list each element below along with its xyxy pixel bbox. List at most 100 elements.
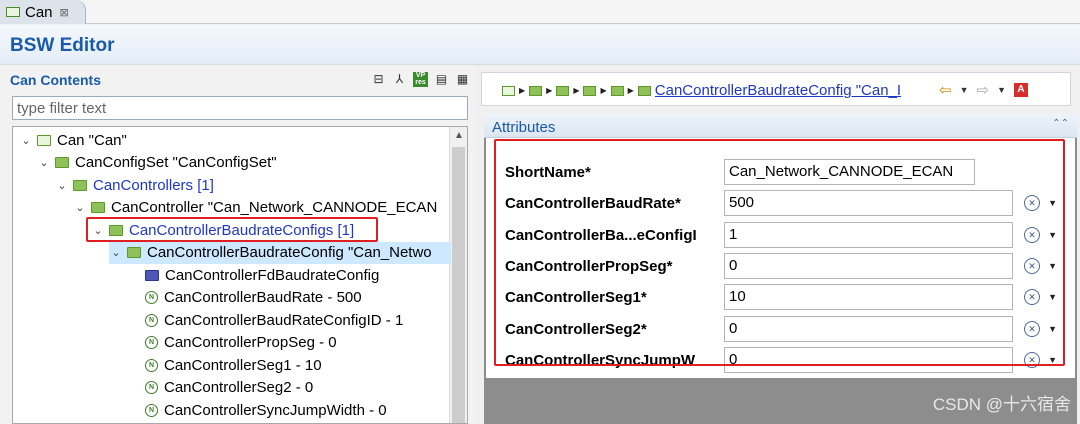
tree-item[interactable]: N CanControllerBaudRateConfigID - 1 bbox=[127, 309, 403, 331]
tree-item-label: CanControllerBaudRateConfigID - 1 bbox=[164, 311, 404, 329]
reset-value-icon[interactable]: ✕ bbox=[1024, 289, 1041, 306]
reset-value-icon[interactable]: ✕ bbox=[1024, 195, 1041, 212]
attribute-value-field[interactable]: 0 bbox=[724, 315, 1013, 342]
tree-item[interactable]: N CanControllerSeg2 - 0 bbox=[127, 377, 313, 399]
attributes-section: Attributes ⌃⌃ ShortName* Can_Network_CANN… bbox=[484, 114, 1077, 424]
editor-title: BSW Editor bbox=[10, 35, 115, 56]
hierarchy-icon[interactable]: ⅄ bbox=[392, 72, 407, 87]
attribute-label: ShortName* bbox=[505, 164, 591, 181]
module-icon[interactable] bbox=[502, 85, 515, 96]
contents-panel: Can Contents ⊟ ⅄ VP res ▤ ▦ type filter t… bbox=[0, 66, 475, 424]
attribute-label: CanControllerSeg1* bbox=[505, 289, 647, 307]
navigation-toolbar: ⇦ ▼ ⇨ ▼ A bbox=[939, 81, 1028, 99]
scroll-up-icon[interactable]: ▲ bbox=[454, 130, 464, 141]
tree-item[interactable]: N CanControllerSeg1 - 10 bbox=[127, 354, 322, 376]
folder-icon[interactable] bbox=[637, 85, 651, 96]
vp-res-icon[interactable]: VP res bbox=[413, 72, 428, 87]
attribute-row: CanControllerBaudRate* 500 ✕ ▼ bbox=[486, 187, 1075, 219]
back-arrow-icon[interactable]: ⇦ bbox=[939, 81, 952, 99]
chevron-down-icon[interactable]: ▼ bbox=[1048, 292, 1057, 302]
tree-item[interactable]: N CanControllerBaudRate - 500 bbox=[127, 287, 362, 309]
editor-tab-bar: Can ⊠ bbox=[0, 0, 1080, 24]
breadcrumb-path: ▶ ▶ ▶ ▶ ▶ CanControllerBaudrateConfig "Can_I bbox=[502, 82, 913, 99]
attribute-label: CanControllerBa...eConfigI bbox=[505, 226, 697, 244]
tree-item[interactable]: N CanControllerSyncJumpWidth - 0 bbox=[127, 399, 387, 421]
attribute-value-field[interactable]: 500 bbox=[724, 190, 1013, 217]
reset-value-icon[interactable]: ✕ bbox=[1024, 351, 1041, 368]
tree-item[interactable]: ⌄ CanConfigSet "CanConfigSet" bbox=[37, 152, 277, 174]
chevron-down-icon[interactable]: ▼ bbox=[1048, 324, 1057, 334]
back-dropdown-icon[interactable]: ▼ bbox=[960, 85, 969, 95]
collapse-icon[interactable]: ⌃⌃ bbox=[1052, 118, 1069, 129]
chevron-down-icon[interactable]: ⌄ bbox=[91, 224, 105, 237]
folder-icon bbox=[127, 247, 141, 258]
attribute-label: CanControllerSyncJumpW bbox=[505, 351, 696, 369]
tree-item-label: CanControllerBaudrateConfig "Can_Netwo bbox=[147, 244, 432, 261]
breadcrumb-separator-icon: ▶ bbox=[573, 86, 580, 95]
folder-icon bbox=[73, 179, 87, 191]
forward-dropdown-icon[interactable]: ▼ bbox=[997, 85, 1006, 95]
attribute-value-field[interactable]: 10 bbox=[724, 284, 1013, 311]
chevron-down-icon[interactable]: ⌄ bbox=[55, 179, 69, 192]
document-icon[interactable]: ▤ bbox=[434, 72, 449, 87]
tree-item-label: CanControllerSeg2 - 0 bbox=[164, 379, 314, 396]
forward-arrow-icon[interactable]: ⇨ bbox=[977, 81, 990, 99]
collapse-all-icon[interactable]: ⊟ bbox=[371, 72, 386, 87]
chevron-down-icon[interactable]: ▼ bbox=[1048, 198, 1057, 208]
chevron-down-icon[interactable]: ▼ bbox=[1048, 230, 1057, 240]
tree-item[interactable]: ⌄ CanControllerBaudrateConfigs [1] bbox=[91, 219, 354, 241]
close-icon[interactable]: ⊠ bbox=[60, 6, 69, 19]
module-icon bbox=[37, 134, 51, 146]
tree-item[interactable]: ⌄ Can "Can" bbox=[19, 129, 127, 151]
tree-scrollbar[interactable]: ▲ bbox=[449, 127, 467, 423]
attribute-value-field[interactable]: 0 bbox=[724, 346, 1013, 373]
tree-item[interactable]: ⌄ CanControllerBaudrateConfig "Can_Netwo bbox=[109, 241, 451, 264]
reset-value-icon[interactable]: ✕ bbox=[1024, 226, 1041, 243]
chevron-down-icon[interactable]: ▼ bbox=[1048, 261, 1057, 271]
tree-item[interactable]: CanControllerFdBaudrateConfig bbox=[127, 264, 379, 286]
breadcrumb-separator-icon: ▶ bbox=[519, 86, 526, 95]
attribute-row: CanControllerSyncJumpW 0 ✕ ▼ bbox=[486, 344, 1075, 376]
attribute-controls: ✕ ▼ bbox=[1024, 320, 1057, 337]
tab-label: Can bbox=[25, 3, 53, 21]
attribute-value-field[interactable]: Can_Network_CANNODE_ECAN bbox=[724, 159, 975, 185]
attribute-value-field[interactable]: 1 bbox=[724, 221, 1013, 248]
tab-can[interactable]: Can ⊠ bbox=[0, 0, 86, 24]
breadcrumb-separator-icon: ▶ bbox=[600, 86, 607, 95]
chevron-down-icon[interactable]: ⌄ bbox=[37, 156, 51, 169]
parameter-icon: N bbox=[145, 381, 158, 394]
folder-icon[interactable] bbox=[556, 85, 570, 96]
filter-input[interactable]: type filter text bbox=[12, 96, 468, 120]
error-marker-icon[interactable]: A bbox=[1014, 83, 1028, 97]
tree-item[interactable]: ⌄ CanController "Can_Network_CANNODE_ECAN bbox=[73, 197, 437, 219]
tree-item-label: CanConfigSet "CanConfigSet" bbox=[75, 154, 277, 171]
attribute-row: CanControllerSeg1* 10 ✕ ▼ bbox=[486, 281, 1075, 313]
attribute-controls: ✕ ▼ bbox=[1024, 289, 1057, 306]
chevron-down-icon[interactable]: ⌄ bbox=[109, 246, 123, 259]
breadcrumb-link[interactable]: CanControllerBaudrateConfig "Can_I bbox=[655, 82, 913, 99]
attribute-controls: ✕ ▼ bbox=[1024, 257, 1057, 274]
table-icon[interactable]: ▦ bbox=[455, 72, 470, 87]
attribute-value-field[interactable]: 0 bbox=[724, 252, 1013, 279]
folder-icon[interactable] bbox=[583, 85, 597, 96]
attribute-controls: ✕ ▼ bbox=[1024, 226, 1057, 243]
attributes-title: Attributes bbox=[492, 119, 556, 136]
chevron-down-icon[interactable]: ▼ bbox=[1048, 355, 1057, 365]
folder-icon[interactable] bbox=[529, 85, 543, 96]
tree-item-label: CanControllerPropSeg - 0 bbox=[164, 334, 337, 351]
reset-value-icon[interactable]: ✕ bbox=[1024, 257, 1041, 274]
tree-item-label: CanControllerBaudrateConfigs [1] bbox=[129, 221, 355, 239]
attribute-row: CanControllerSeg2* 0 ✕ ▼ bbox=[486, 313, 1075, 345]
breadcrumb-separator-icon: ▶ bbox=[627, 86, 634, 95]
tree-item-label: Can "Can" bbox=[57, 131, 127, 149]
chevron-down-icon[interactable]: ⌄ bbox=[73, 201, 87, 214]
attribute-label: CanControllerBaudRate* bbox=[505, 195, 681, 213]
scrollbar-thumb[interactable] bbox=[452, 147, 465, 423]
contents-toolbar: ⊟ ⅄ VP res ▤ ▦ bbox=[371, 72, 470, 87]
tree-item[interactable]: ⌄ CanControllers [1] bbox=[55, 174, 214, 196]
reset-value-icon[interactable]: ✕ bbox=[1024, 320, 1041, 337]
folder-icon bbox=[55, 157, 69, 168]
folder-icon[interactable] bbox=[610, 85, 624, 96]
chevron-down-icon[interactable]: ⌄ bbox=[19, 134, 33, 147]
tree-item[interactable]: N CanControllerPropSeg - 0 bbox=[127, 332, 337, 354]
